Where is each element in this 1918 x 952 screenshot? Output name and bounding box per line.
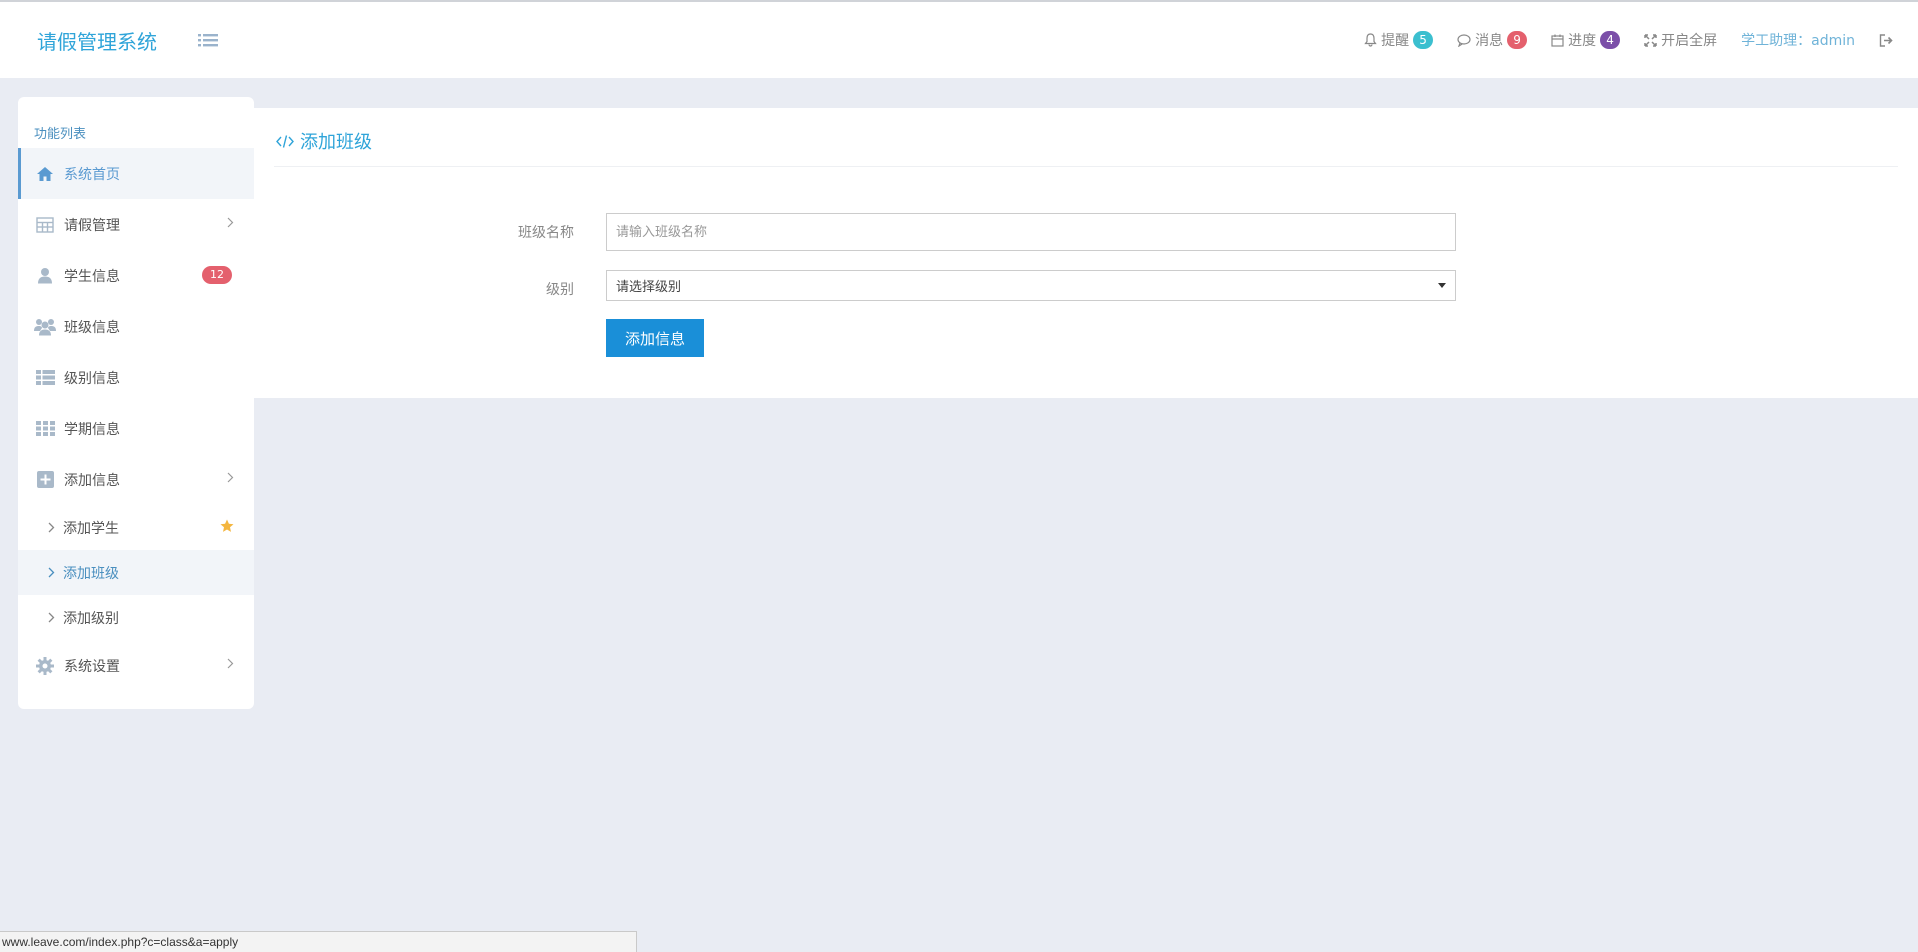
chevron-right-icon: [227, 472, 234, 483]
sidebar-item-label: 系统设置: [64, 658, 120, 675]
sidebar-item-label: 学生信息: [64, 268, 120, 285]
progress-badge: 4: [1600, 31, 1621, 49]
chevron-right-icon: [227, 658, 234, 669]
sidebar-item-semester-info[interactable]: 学期信息: [18, 403, 254, 454]
home-icon: [34, 163, 56, 185]
sidebar-subitem-add-level[interactable]: 添加级别: [18, 595, 254, 640]
logout-button[interactable]: [1879, 33, 1898, 47]
message-button[interactable]: 消息 9: [1457, 30, 1528, 50]
sidebar-title: 功能列表: [34, 127, 87, 142]
user-icon: [34, 265, 56, 287]
gear-icon: [34, 655, 56, 677]
sidebar-item-label: 班级信息: [64, 319, 120, 336]
class-name-label: 班级名称: [518, 225, 574, 241]
sidebar-subitem-add-class[interactable]: 添加班级: [18, 550, 254, 595]
sidebar-item-leave-management[interactable]: 请假管理: [18, 199, 254, 250]
grid-icon: [34, 418, 56, 440]
sidebar-item-label: 级别信息: [64, 370, 120, 387]
level-select-value: 请选择级别: [616, 280, 682, 295]
sidebar-item-add-info[interactable]: 添加信息: [18, 454, 254, 505]
reminder-badge: 5: [1413, 31, 1434, 49]
sidebar-subitem-label: 添加班级: [63, 565, 119, 582]
header-actions: 提醒 5 消息 9 进度 4 开启全屏 学工助理：admin: [1340, 2, 1918, 78]
sidebar-nav: 系统首页 请假管理 学生信息 12 班级信息 级别信息 学期信息 添加信息 添加…: [18, 148, 254, 691]
code-icon: [276, 134, 294, 148]
status-bar-url: www.leave.com/index.php?c=class&a=apply: [0, 931, 637, 952]
top-navbar: 请假管理系统 提醒 5 消息 9 进度 4 开启全屏 学工助理：admin: [0, 0, 1918, 78]
sidebar-subitem-label: 添加级别: [63, 610, 119, 627]
caret-down-icon: [1438, 283, 1446, 288]
sign-out-icon: [1879, 33, 1893, 47]
users-icon: [34, 316, 56, 338]
progress-label: 进度: [1568, 33, 1597, 49]
sidebar-item-student-info[interactable]: 学生信息 12: [18, 250, 254, 301]
sidebar: 功能列表 系统首页 请假管理 学生信息 12 班级信息 级别信息 学期信息 添加…: [18, 97, 254, 709]
expand-icon: [1644, 33, 1657, 47]
message-badge: 9: [1507, 31, 1528, 49]
table-icon: [34, 214, 56, 236]
sidebar-item-home[interactable]: 系统首页: [18, 148, 254, 199]
sidebar-item-label: 添加信息: [64, 472, 120, 489]
add-class-panel: 添加班级 班级名称 级别 请选择级别 添加信息: [254, 108, 1918, 398]
fullscreen-button[interactable]: 开启全屏: [1644, 30, 1717, 50]
sidebar-item-class-info[interactable]: 班级信息: [18, 301, 254, 352]
calendar-icon: [1551, 34, 1564, 47]
plus-square-icon: [34, 469, 56, 491]
star-icon: [220, 519, 234, 532]
sidebar-item-label: 学期信息: [64, 421, 120, 438]
sidebar-item-label: 系统首页: [64, 166, 120, 183]
list-icon: [34, 367, 56, 389]
add-info-button[interactable]: 添加信息: [606, 319, 704, 357]
chevron-right-icon: [48, 522, 55, 533]
panel-title: 添加班级: [276, 128, 372, 154]
sidebar-subitem-add-student[interactable]: 添加学生: [18, 505, 254, 550]
chevron-right-icon: [48, 567, 55, 578]
sidebar-item-level-info[interactable]: 级别信息: [18, 352, 254, 403]
user-menu[interactable]: 学工助理：admin: [1741, 30, 1855, 50]
sidebar-toggle-icon[interactable]: [198, 32, 218, 50]
sidebar-subitem-label: 添加学生: [63, 520, 119, 537]
comment-icon: [1457, 33, 1471, 47]
chevron-right-icon: [227, 217, 234, 228]
message-label: 消息: [1475, 33, 1504, 49]
level-select[interactable]: 请选择级别: [606, 270, 1456, 301]
chevron-right-icon: [48, 612, 55, 623]
reminder-button[interactable]: 提醒 5: [1364, 30, 1434, 50]
panel-title-text: 添加班级: [300, 132, 372, 153]
student-count-badge: 12: [202, 266, 232, 284]
sidebar-item-label: 请假管理: [64, 217, 120, 234]
progress-button[interactable]: 进度 4: [1551, 30, 1621, 50]
sidebar-item-system-settings[interactable]: 系统设置: [18, 640, 254, 691]
class-name-input[interactable]: [606, 213, 1456, 251]
bell-icon: [1364, 33, 1377, 47]
divider: [274, 166, 1898, 167]
level-label: 级别: [546, 282, 574, 298]
fullscreen-label: 开启全屏: [1661, 33, 1718, 49]
reminder-label: 提醒: [1381, 33, 1410, 49]
brand-title[interactable]: 请假管理系统: [37, 26, 157, 55]
